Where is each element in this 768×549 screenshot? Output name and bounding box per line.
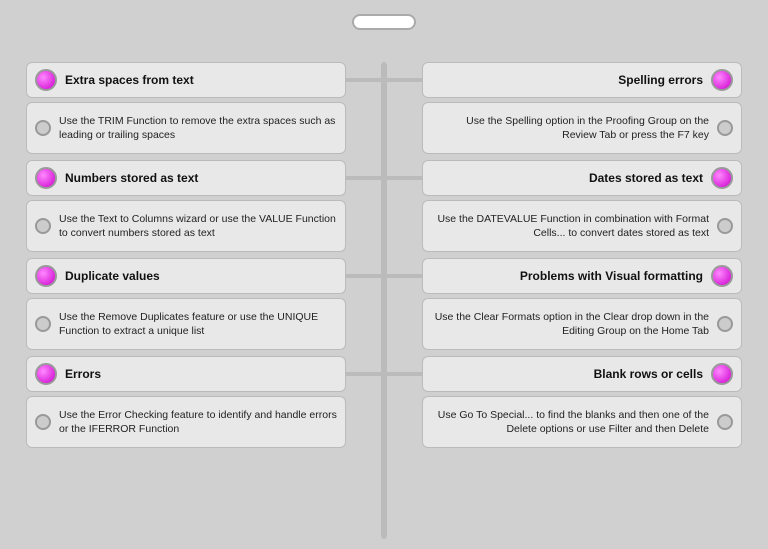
right-header-bullet-3 [711,363,733,385]
left-desc-text-3: Use the Error Checking feature to identi… [59,408,337,436]
right-group-3: Blank rows or cells Use Go To Special... … [422,356,742,448]
left-desc-text-1: Use the Text to Columns wizard or use th… [59,212,337,240]
right-header-text-3: Blank rows or cells [594,367,703,381]
left-group-3: Errors Use the Error Checking feature to … [26,356,346,448]
columns-wrapper: Extra spaces from text Use the TRIM Funct… [18,62,750,539]
right-desc-bullet-0 [717,120,733,136]
right-header-bullet-2 [711,265,733,287]
left-desc-bullet-3 [35,414,51,430]
left-header-bullet-1 [35,167,57,189]
page-container: Extra spaces from text Use the TRIM Funct… [0,0,768,549]
left-group-1: Numbers stored as text Use the Text to Co… [26,160,346,252]
left-header-card-1: Numbers stored as text [26,160,346,196]
title-box [352,14,416,30]
right-desc-text-1: Use the DATEVALUE Function in combinatio… [431,212,709,240]
right-header-text-1: Dates stored as text [589,171,703,185]
left-desc-card-3: Use the Error Checking feature to identi… [26,396,346,448]
right-header-card-1: Dates stored as text [422,160,742,196]
left-header-bullet-3 [35,363,57,385]
right-desc-text-0: Use the Spelling option in the Proofing … [431,114,709,142]
right-column: Spelling errors Use the Spelling option i… [414,62,750,539]
right-desc-bullet-3 [717,414,733,430]
left-group-2: Duplicate values Use the Remove Duplicate… [26,258,346,350]
right-desc-bullet-1 [717,218,733,234]
right-desc-card-1: Use the DATEVALUE Function in combinatio… [422,200,742,252]
left-desc-card-1: Use the Text to Columns wizard or use th… [26,200,346,252]
left-desc-card-0: Use the TRIM Function to remove the extr… [26,102,346,154]
left-header-text-3: Errors [65,367,101,381]
left-header-bullet-0 [35,69,57,91]
right-header-card-0: Spelling errors [422,62,742,98]
left-header-text-1: Numbers stored as text [65,171,198,185]
left-column: Extra spaces from text Use the TRIM Funct… [18,62,354,539]
right-desc-card-3: Use Go To Special... to find the blanks … [422,396,742,448]
right-header-text-2: Problems with Visual formatting [520,269,703,283]
left-desc-bullet-0 [35,120,51,136]
left-header-text-2: Duplicate values [65,269,160,283]
left-desc-bullet-1 [35,218,51,234]
left-desc-card-2: Use the Remove Duplicates feature or use… [26,298,346,350]
right-group-0: Spelling errors Use the Spelling option i… [422,62,742,154]
left-group-0: Extra spaces from text Use the TRIM Funct… [26,62,346,154]
left-header-bullet-2 [35,265,57,287]
left-desc-bullet-2 [35,316,51,332]
right-header-card-3: Blank rows or cells [422,356,742,392]
right-header-card-2: Problems with Visual formatting [422,258,742,294]
right-header-bullet-0 [711,69,733,91]
left-header-card-2: Duplicate values [26,258,346,294]
right-group-2: Problems with Visual formatting Use the C… [422,258,742,350]
left-header-card-3: Errors [26,356,346,392]
left-header-text-0: Extra spaces from text [65,73,194,87]
left-desc-text-0: Use the TRIM Function to remove the extr… [59,114,337,142]
right-header-bullet-1 [711,167,733,189]
right-group-1: Dates stored as text Use the DATEVALUE Fu… [422,160,742,252]
right-desc-card-2: Use the Clear Formats option in the Clea… [422,298,742,350]
left-header-card-0: Extra spaces from text [26,62,346,98]
right-desc-text-3: Use Go To Special... to find the blanks … [431,408,709,436]
right-desc-bullet-2 [717,316,733,332]
right-desc-text-2: Use the Clear Formats option in the Clea… [431,310,709,338]
right-header-text-0: Spelling errors [618,73,703,87]
right-desc-card-0: Use the Spelling option in the Proofing … [422,102,742,154]
left-desc-text-2: Use the Remove Duplicates feature or use… [59,310,337,338]
